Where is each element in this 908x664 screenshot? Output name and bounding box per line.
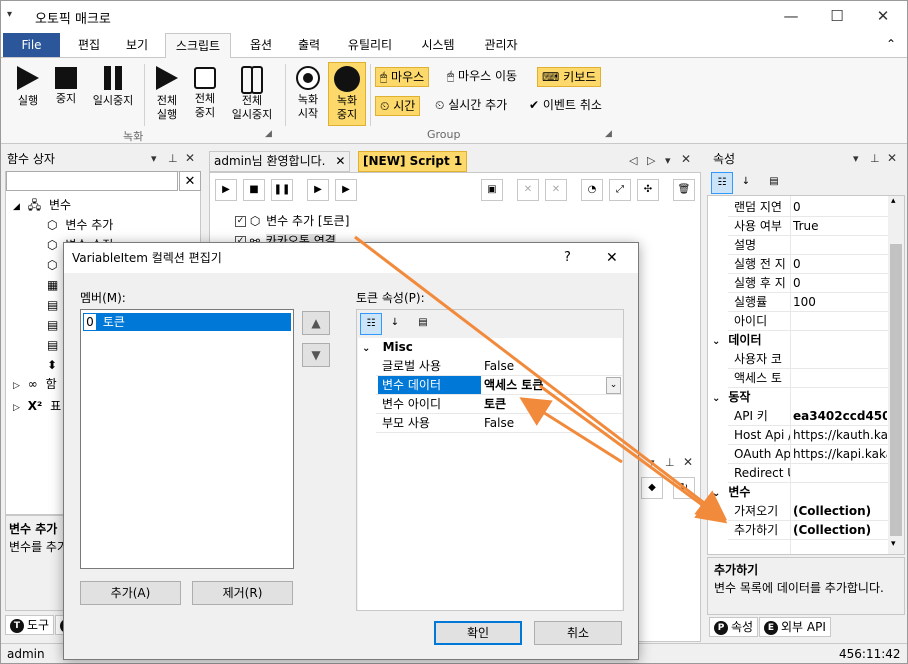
arrow-line xyxy=(539,384,728,524)
arrow-line xyxy=(354,235,728,521)
annotation-arrows xyxy=(354,235,728,524)
